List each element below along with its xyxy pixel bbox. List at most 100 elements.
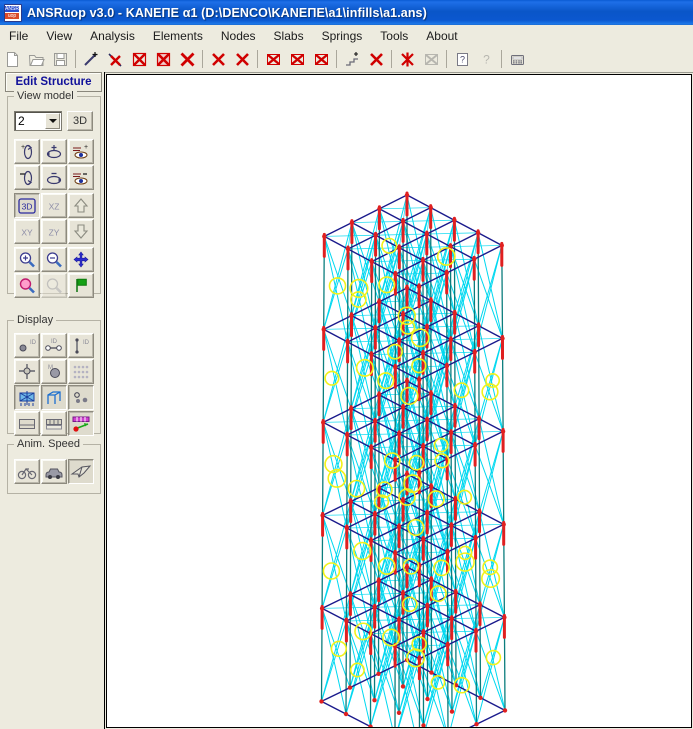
- svg-text:M: M: [48, 365, 53, 371]
- toolbar-separator: [257, 50, 258, 68]
- help-topics-icon[interactable]: ?: [451, 48, 473, 70]
- rotate-button-grid: + +: [14, 139, 94, 190]
- speed-slow-bicycle-icon[interactable]: [14, 459, 40, 484]
- show-masses-icon[interactable]: M: [41, 359, 67, 384]
- model-wireframe: [319, 191, 508, 727]
- delete-nodes-icon[interactable]: [231, 48, 253, 70]
- delete-region-icon[interactable]: [420, 48, 442, 70]
- window-title: ANSRuop v3.0 - ΚΑΝΕΠΕ α1 (D:\DENCO\ΚΑΝΕΠ…: [27, 5, 427, 20]
- speed-fast-plane-icon[interactable]: [68, 459, 94, 484]
- menu-analysis[interactable]: Analysis: [82, 27, 143, 45]
- anim-speed-group: Anim. Speed: [7, 438, 101, 494]
- delete-node-icon[interactable]: [207, 48, 229, 70]
- level-up-icon[interactable]: [68, 193, 94, 218]
- zoom-in-icon[interactable]: [14, 247, 40, 272]
- calculator-icon[interactable]: [506, 48, 528, 70]
- delete-spring-icon[interactable]: [262, 48, 284, 70]
- logo-line-2: uop: [5, 12, 19, 19]
- rotate-horizontal-minus-icon[interactable]: [41, 165, 67, 190]
- level-select-value: 2: [18, 114, 25, 128]
- toolbar-separator: [391, 50, 392, 68]
- logo-line-1: ANSR: [5, 5, 19, 12]
- toolbar-separator: [446, 50, 447, 68]
- add-element-icon[interactable]: [80, 48, 102, 70]
- show-walls-icon[interactable]: [41, 411, 67, 436]
- rotate-vertical-plus-icon[interactable]: +: [14, 139, 40, 164]
- display-legend: Display: [14, 314, 57, 326]
- save-file-icon[interactable]: [49, 48, 71, 70]
- menu-elements[interactable]: Elements: [145, 27, 211, 45]
- show-slabs-icon[interactable]: [14, 411, 40, 436]
- show-infills-icon[interactable]: [14, 385, 40, 410]
- menu-slabs[interactable]: Slabs: [266, 27, 312, 45]
- rotate-vertical-minus-icon[interactable]: [14, 165, 40, 190]
- level-select[interactable]: 2: [14, 111, 62, 131]
- display-group: Display ID ID ID M: [7, 314, 101, 436]
- show-loads-icon[interactable]: [68, 411, 94, 436]
- ansruop-logo-icon: ANSR uop: [4, 3, 22, 22]
- svg-text:ID: ID: [51, 339, 58, 345]
- svg-text:+: +: [84, 144, 88, 151]
- application-window: ANSR uop ANSRuop v3.0 - ΚΑΝΕΠΕ α1 (D:\DE…: [0, 0, 693, 729]
- svg-text:?: ?: [459, 54, 464, 64]
- perspective-minus-icon[interactable]: [68, 165, 94, 190]
- left-side-panel: Edit Structure View model 2 3D + + 3D XZ…: [0, 72, 105, 729]
- anim-speed-legend: Anim. Speed: [14, 438, 83, 450]
- rotate-horizontal-plus-icon[interactable]: [41, 139, 67, 164]
- show-frames-icon[interactable]: [41, 385, 67, 410]
- panel-divider: [104, 72, 105, 729]
- view-xy-icon[interactable]: XY: [14, 219, 40, 244]
- open-file-icon[interactable]: [25, 48, 47, 70]
- speed-medium-car-icon[interactable]: [41, 459, 67, 484]
- zoom-out-icon[interactable]: [41, 247, 67, 272]
- model-3d-viewport[interactable]: [106, 74, 692, 728]
- menu-springs[interactable]: Springs: [314, 27, 371, 45]
- show-springs-icon[interactable]: [68, 385, 94, 410]
- pan-icon[interactable]: [68, 247, 94, 272]
- svg-text:3D: 3D: [22, 201, 33, 211]
- view-3d-icon[interactable]: 3D: [14, 193, 40, 218]
- zoom-previous-icon[interactable]: [41, 273, 67, 298]
- zoom-window-icon[interactable]: [14, 273, 40, 298]
- show-supports-icon[interactable]: [14, 359, 40, 384]
- svg-text:?: ?: [483, 52, 490, 66]
- view-3d-button[interactable]: 3D: [67, 111, 93, 131]
- help-context-icon[interactable]: ?: [475, 48, 497, 70]
- new-file-icon[interactable]: [1, 48, 23, 70]
- view-plane-grid: 3D XZ XY ZY: [14, 193, 94, 244]
- zoom-button-grid: [14, 247, 94, 298]
- svg-text:XY: XY: [21, 227, 33, 237]
- show-node-ids-icon[interactable]: ID: [14, 333, 40, 358]
- level-down-icon[interactable]: [68, 219, 94, 244]
- display-button-grid: ID ID ID M: [14, 333, 94, 436]
- menu-file[interactable]: File: [1, 27, 36, 45]
- perspective-plus-icon[interactable]: +: [68, 139, 94, 164]
- toolbar-separator: [501, 50, 502, 68]
- menu-nodes[interactable]: Nodes: [213, 27, 264, 45]
- delete-support-icon[interactable]: [286, 48, 308, 70]
- delete-slab-icon[interactable]: [128, 48, 150, 70]
- view-xz-icon[interactable]: XZ: [41, 193, 67, 218]
- menu-about[interactable]: About: [418, 27, 465, 45]
- tab-edit-structure-label: Edit Structure: [15, 76, 92, 88]
- chevron-down-icon[interactable]: [45, 113, 60, 129]
- delete-mass-icon[interactable]: [310, 48, 332, 70]
- svg-text:XZ: XZ: [49, 201, 60, 211]
- menu-bar: File View Analysis Elements Nodes Slabs …: [0, 25, 693, 47]
- delete-wall-icon[interactable]: [152, 48, 174, 70]
- tab-edit-structure[interactable]: Edit Structure: [5, 72, 102, 92]
- show-dimensions-icon[interactable]: ID: [68, 333, 94, 358]
- delete-element-icon[interactable]: [104, 48, 126, 70]
- delete-all-icon[interactable]: [176, 48, 198, 70]
- menu-view[interactable]: View: [38, 27, 80, 45]
- delete-stair-icon[interactable]: [365, 48, 387, 70]
- svg-text:ID: ID: [30, 340, 37, 346]
- view-zy-icon[interactable]: ZY: [41, 219, 67, 244]
- title-bar: ANSR uop ANSRuop v3.0 - ΚΑΝΕΠΕ α1 (D:\DE…: [0, 0, 693, 25]
- show-mesh-icon[interactable]: [68, 359, 94, 384]
- show-element-ids-icon[interactable]: ID: [41, 333, 67, 358]
- menu-tools[interactable]: Tools: [372, 27, 416, 45]
- delete-load-icon[interactable]: [396, 48, 418, 70]
- add-stair-icon[interactable]: [341, 48, 363, 70]
- zoom-fit-icon[interactable]: [68, 273, 94, 298]
